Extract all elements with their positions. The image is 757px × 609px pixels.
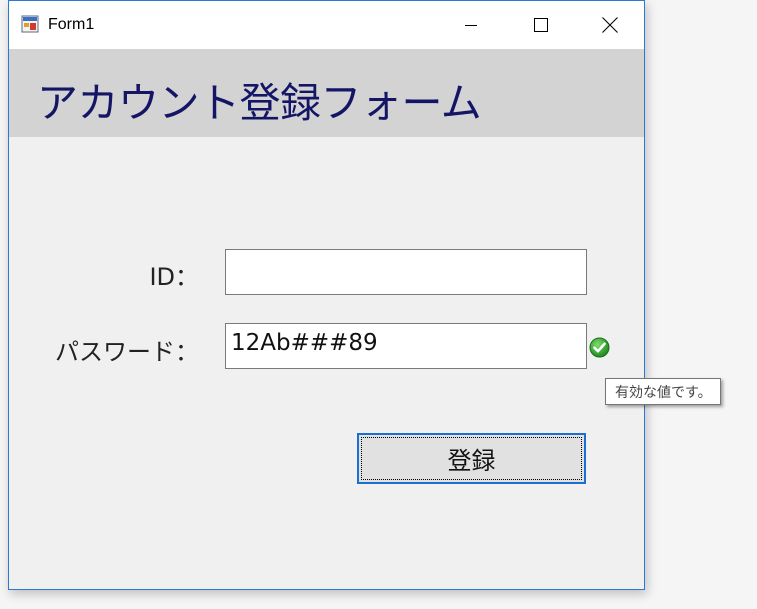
title-bar[interactable]: Form1 xyxy=(9,1,644,49)
validation-tooltip: 有効な値です。 xyxy=(605,378,721,405)
password-input[interactable]: 12Ab###89 xyxy=(225,323,587,369)
minimize-icon xyxy=(465,25,477,26)
app-window: Form1 アカウント登録フォーム ID： パスワード： 12Ab###89 有… xyxy=(8,0,721,590)
maximize-icon xyxy=(534,18,548,32)
close-button[interactable] xyxy=(575,1,645,49)
check-circle-icon xyxy=(589,337,610,358)
id-label: ID： xyxy=(149,263,199,291)
window-title: Form1 xyxy=(48,16,95,33)
minimize-button[interactable] xyxy=(436,1,506,49)
id-input[interactable] xyxy=(225,249,587,295)
password-label: パスワード： xyxy=(55,338,199,366)
maximize-button[interactable] xyxy=(506,1,576,49)
header-band: アカウント登録フォーム xyxy=(9,49,644,137)
app-icon xyxy=(21,15,39,33)
register-button[interactable]: 登録 xyxy=(357,433,586,484)
close-icon xyxy=(602,17,618,33)
page-title: アカウント登録フォーム xyxy=(37,79,482,127)
register-button-label: 登録 xyxy=(447,447,496,475)
